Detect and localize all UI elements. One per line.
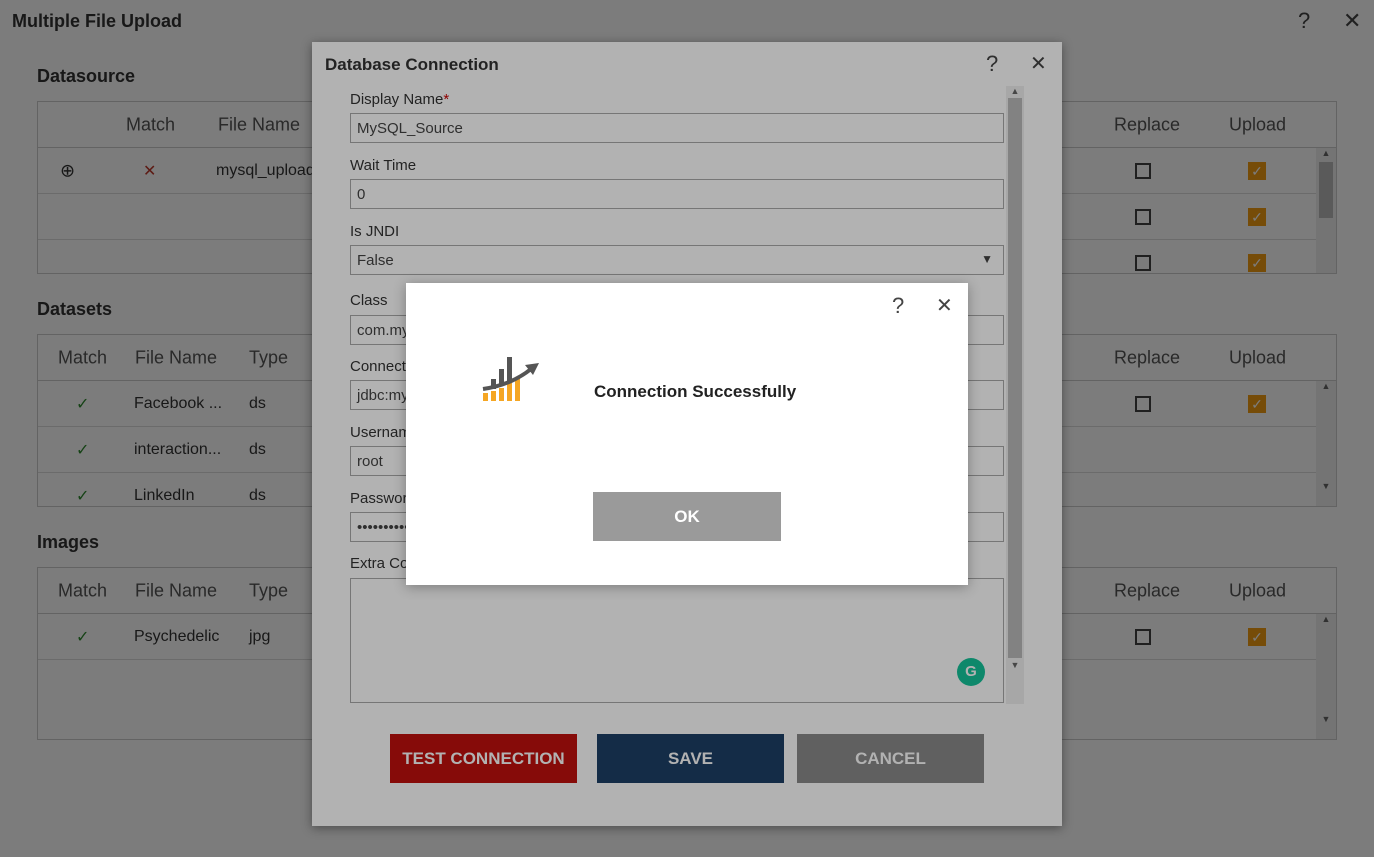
close-icon[interactable]: ✕: [936, 293, 953, 318]
success-popup: ? ✕ Connection Successfully OK: [406, 283, 968, 585]
app-logo-icon: [482, 357, 539, 401]
success-message: Connection Successfully: [594, 382, 797, 401]
ok-button[interactable]: OK: [593, 492, 781, 541]
help-icon[interactable]: ?: [892, 293, 904, 319]
